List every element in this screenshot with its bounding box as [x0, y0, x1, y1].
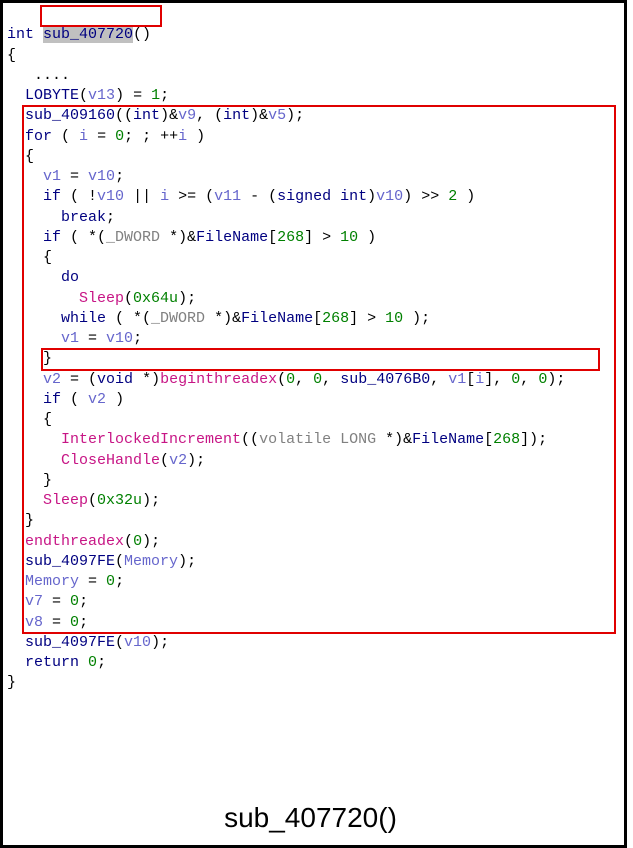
id-filename: FileName: [412, 431, 484, 448]
var-v2: v2: [88, 391, 106, 408]
num-0: 0: [70, 593, 79, 610]
num: 0: [538, 371, 547, 388]
brace: }: [43, 472, 52, 489]
brace: }: [43, 350, 52, 367]
num-0: 0: [115, 128, 124, 145]
kw-int: int: [133, 107, 160, 124]
brace: }: [25, 512, 34, 529]
call-beginthreadex: beginthreadex: [160, 371, 277, 388]
brace-close: }: [7, 674, 16, 691]
brace: {: [43, 249, 52, 266]
num-268: 268: [277, 229, 304, 246]
num-268: 268: [322, 310, 349, 327]
call-sleep: Sleep: [79, 290, 124, 307]
text: ) =: [115, 87, 151, 104]
var-v13: v13: [88, 87, 115, 104]
var-v2: v2: [169, 452, 187, 469]
var-v1: v1: [61, 330, 79, 347]
id-filename: FileName: [196, 229, 268, 246]
type-dword: _DWORD: [151, 310, 205, 327]
call-interlockedincrement: InterlockedIncrement: [61, 431, 241, 448]
num-0x32u: 0x32u: [97, 492, 142, 509]
kw-break: break: [61, 209, 106, 226]
var-v10: v10: [124, 634, 151, 651]
var-v1: v1: [43, 168, 61, 185]
var-v2: v2: [43, 371, 61, 388]
var-i: i: [79, 128, 88, 145]
num-268: 268: [493, 431, 520, 448]
call-closehandle: CloseHandle: [61, 452, 160, 469]
func-name-decl: sub_407720: [43, 26, 133, 43]
sub-4076b0: sub_4076B0: [340, 371, 430, 388]
var-v10: v10: [106, 330, 133, 347]
call-sub4097fe: sub_4097FE: [25, 634, 115, 651]
kw-signed-int: signed int: [277, 188, 367, 205]
num-0: 0: [133, 533, 142, 550]
call-lobyte: LOBYTE: [25, 87, 79, 104]
num: 0: [511, 371, 520, 388]
paren: (): [133, 26, 151, 43]
kw-return: return: [25, 654, 79, 671]
call-sub409160: sub_409160: [25, 107, 115, 124]
var-v8: v8: [25, 614, 43, 631]
call-sleep: Sleep: [43, 492, 88, 509]
num: 0: [313, 371, 322, 388]
num-2: 2: [448, 188, 457, 205]
var-v11: v11: [214, 188, 241, 205]
highlight-funcname: [40, 5, 162, 27]
kw-do: do: [61, 269, 79, 286]
highlight-beginthreadex: [41, 348, 600, 371]
code-block: int sub_407720() { .... LOBYTE(v13) = 1;…: [5, 5, 616, 795]
var-v1: v1: [448, 371, 466, 388]
var-memory: Memory: [25, 573, 79, 590]
id-filename: FileName: [241, 310, 313, 327]
call-endthreadex: endthreadex: [25, 533, 124, 550]
kw-if: if: [43, 229, 61, 246]
kw-for: for: [25, 128, 52, 145]
type-long: LONG: [340, 431, 376, 448]
brace-open: {: [7, 47, 16, 64]
var-memory: Memory: [124, 553, 178, 570]
kw-if: if: [43, 391, 61, 408]
var-v10: v10: [88, 168, 115, 185]
num-1: 1: [151, 87, 160, 104]
brace: {: [25, 148, 34, 165]
var-i: i: [178, 128, 187, 145]
var-v5: v5: [268, 107, 286, 124]
var-i: i: [160, 188, 169, 205]
var-v10: v10: [376, 188, 403, 205]
semi: ;: [160, 87, 169, 104]
num-0: 0: [70, 614, 79, 631]
var-i: i: [475, 371, 484, 388]
num-10: 10: [340, 229, 358, 246]
kw-volatile: volatile: [259, 431, 331, 448]
call-sub4097fe: sub_4097FE: [25, 553, 115, 570]
var-v7: v7: [25, 593, 43, 610]
code-frame: int sub_407720() { .... LOBYTE(v13) = 1;…: [0, 0, 627, 848]
kw-void: void: [97, 371, 133, 388]
var-v10: v10: [97, 188, 124, 205]
brace: {: [43, 411, 52, 428]
num-10: 10: [385, 310, 403, 327]
figure-caption: sub_407720(): [5, 795, 616, 843]
kw-if: if: [43, 188, 61, 205]
ellipsis: ....: [34, 67, 70, 84]
num: 0: [286, 371, 295, 388]
num-0: 0: [88, 654, 97, 671]
var-v9: v9: [178, 107, 196, 124]
type-dword: _DWORD: [106, 229, 160, 246]
num-0x64u: 0x64u: [133, 290, 178, 307]
kw-int: int: [223, 107, 250, 124]
kw-int: int: [7, 26, 34, 43]
kw-while: while: [61, 310, 106, 327]
num-0: 0: [106, 573, 115, 590]
